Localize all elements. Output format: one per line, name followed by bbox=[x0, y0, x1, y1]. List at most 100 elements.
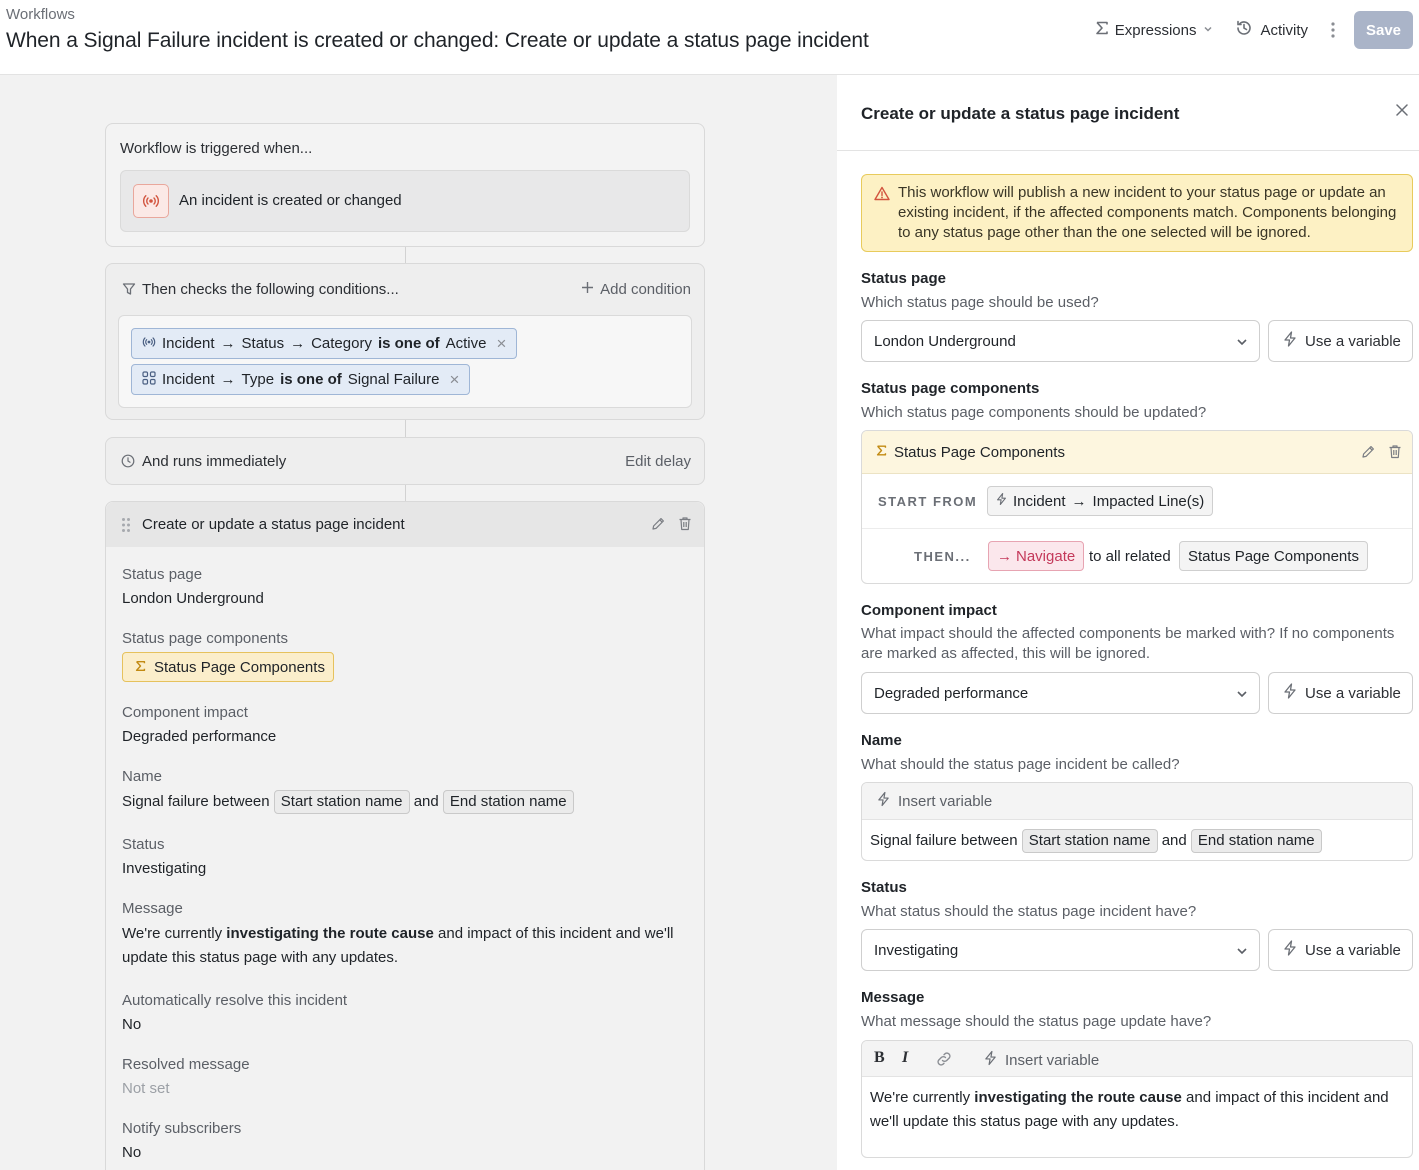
close-icon[interactable]: × bbox=[496, 334, 506, 354]
plus-icon bbox=[581, 281, 594, 298]
start-from-reference[interactable]: Incident → Impacted Line(s) bbox=[987, 486, 1214, 516]
field-label: Notify subscribers bbox=[122, 1120, 242, 1137]
name-value: Signal failure between Start station nam… bbox=[122, 790, 574, 814]
close-icon[interactable]: × bbox=[449, 370, 459, 390]
expression-tag[interactable]: Status Page Components bbox=[122, 652, 334, 682]
chevron-down-icon bbox=[1235, 944, 1249, 962]
insert-variable-button[interactable]: Insert variable bbox=[984, 1050, 1099, 1070]
message-input[interactable]: We're currently investigating the route … bbox=[870, 1086, 1400, 1134]
bolt-icon bbox=[996, 492, 1007, 510]
arrow-right-icon: → bbox=[220, 371, 236, 388]
expression-header: Status Page Components bbox=[862, 431, 1412, 474]
name-editor[interactable]: Insert variable Signal failure between S… bbox=[861, 782, 1413, 861]
impact-label: Component impact bbox=[861, 602, 997, 619]
pencil-icon[interactable] bbox=[1361, 444, 1376, 463]
field-label: Status page bbox=[122, 566, 203, 583]
action-card[interactable]: Create or update a status page incident … bbox=[105, 501, 705, 1170]
condition-chip[interactable]: Incident → Type is one of Signal Failure… bbox=[131, 364, 471, 395]
status-page-value: London Underground bbox=[874, 333, 1016, 350]
warning-callout: This workflow will publish a new inciden… bbox=[861, 174, 1413, 252]
drag-handle-icon[interactable] bbox=[121, 517, 131, 537]
navigate-step[interactable]: → Navigate bbox=[988, 541, 1085, 571]
navigate-target[interactable]: Status Page Components bbox=[1179, 541, 1368, 571]
trash-icon[interactable] bbox=[1388, 444, 1402, 463]
trigger-label: Workflow is triggered when... bbox=[120, 140, 313, 157]
then-label: THEN... bbox=[914, 549, 971, 564]
trigger-card[interactable]: Workflow is triggered when... An inciden… bbox=[105, 123, 705, 247]
status-page-label: Status page bbox=[861, 270, 947, 287]
arrow-right-icon: → bbox=[290, 335, 306, 352]
name-text: and bbox=[413, 793, 439, 810]
breadcrumb[interactable]: Workflows bbox=[6, 6, 75, 23]
field-value: London Underground bbox=[122, 590, 264, 607]
save-button[interactable]: Save bbox=[1354, 11, 1413, 49]
use-variable-button[interactable]: Use a variable bbox=[1268, 672, 1413, 714]
use-variable-button[interactable]: Use a variable bbox=[1268, 929, 1413, 971]
condition-value: Signal Failure bbox=[347, 371, 440, 388]
field-label: Component impact bbox=[122, 704, 248, 721]
field-value: Degraded performance bbox=[122, 728, 277, 745]
conditions-card: Then checks the following conditions... … bbox=[105, 263, 705, 420]
expressions-button[interactable]: Expressions bbox=[1085, 11, 1225, 49]
field-label: Message bbox=[122, 900, 183, 917]
edit-delay-button[interactable]: Edit delay bbox=[625, 453, 691, 470]
add-condition-button[interactable]: Add condition bbox=[581, 281, 691, 298]
trigger-event-label: An incident is created or changed bbox=[179, 192, 402, 209]
activity-button[interactable]: Activity bbox=[1224, 11, 1318, 49]
message-help: What message should the status page upda… bbox=[861, 1013, 1212, 1030]
insert-variable-button[interactable]: Insert variable bbox=[862, 783, 1412, 820]
filter-icon bbox=[122, 282, 136, 300]
impact-select[interactable]: Degraded performance bbox=[861, 672, 1260, 714]
condition-path: Incident bbox=[162, 371, 215, 388]
name-input[interactable]: Signal failure between Start station nam… bbox=[870, 829, 1322, 853]
trash-icon[interactable] bbox=[678, 516, 692, 535]
connector-line bbox=[405, 485, 406, 501]
name-text: Signal failure between bbox=[870, 832, 1018, 849]
name-text: and bbox=[1161, 832, 1187, 849]
kebab-icon[interactable] bbox=[1318, 11, 1348, 49]
status-select[interactable]: Investigating bbox=[861, 929, 1260, 971]
condition-operator: is one of bbox=[377, 335, 440, 352]
action-header: Create or update a status page incident bbox=[106, 502, 704, 547]
bolt-icon bbox=[1283, 683, 1297, 703]
to-all-related-text: to all related bbox=[1089, 548, 1171, 565]
message-text: We're currently bbox=[870, 1089, 975, 1106]
bold-button[interactable]: B bbox=[874, 1049, 885, 1067]
editor-toolbar: B I Insert variable bbox=[862, 1041, 1412, 1077]
use-variable-label: Use a variable bbox=[1305, 332, 1401, 350]
reference-part: Impacted Line(s) bbox=[1092, 492, 1205, 510]
variable-pill[interactable]: Start station name bbox=[1021, 829, 1158, 853]
broadcast-icon bbox=[133, 184, 169, 218]
use-variable-button[interactable]: Use a variable bbox=[1268, 320, 1413, 362]
start-from-label: START FROM bbox=[878, 494, 978, 509]
panel-title: Create or update a status page incident bbox=[861, 104, 1180, 123]
connector-line bbox=[405, 420, 406, 437]
conditions-list: Incident → Status → Category is one of A… bbox=[118, 315, 692, 408]
field-label: Status bbox=[122, 836, 165, 853]
top-bar: Workflows When a Signal Failure incident… bbox=[0, 0, 1419, 75]
italic-button[interactable]: I bbox=[902, 1049, 908, 1067]
bolt-icon bbox=[1283, 940, 1297, 960]
bolt-icon bbox=[984, 1050, 997, 1070]
expression-tag-label: Status Page Components bbox=[154, 658, 325, 676]
field-label: Status page components bbox=[122, 630, 288, 647]
field-value: No bbox=[122, 1144, 142, 1161]
insert-variable-label: Insert variable bbox=[1005, 1051, 1100, 1069]
message-editor[interactable]: B I Insert variable We're currently inve… bbox=[861, 1040, 1413, 1158]
close-icon[interactable] bbox=[1395, 103, 1409, 121]
trigger-event[interactable]: An incident is created or changed bbox=[120, 170, 690, 232]
pencil-icon[interactable] bbox=[651, 516, 666, 535]
variable-pill[interactable]: End station name bbox=[1190, 829, 1322, 853]
reference-part: Incident bbox=[1013, 492, 1066, 510]
status-page-select[interactable]: London Underground bbox=[861, 320, 1260, 362]
components-help: Which status page components should be u… bbox=[861, 404, 1207, 421]
bolt-icon bbox=[877, 791, 890, 811]
conditions-label: Then checks the following conditions... bbox=[142, 281, 399, 298]
use-variable-label: Use a variable bbox=[1305, 684, 1401, 702]
link-icon[interactable] bbox=[935, 1051, 953, 1071]
page-title: When a Signal Failure incident is create… bbox=[6, 29, 869, 52]
impact-value: Degraded performance bbox=[874, 685, 1029, 702]
name-text: Signal failure between bbox=[122, 793, 270, 810]
condition-chip[interactable]: Incident → Status → Category is one of A… bbox=[131, 328, 518, 359]
delay-card: And runs immediately Edit delay bbox=[105, 437, 705, 485]
